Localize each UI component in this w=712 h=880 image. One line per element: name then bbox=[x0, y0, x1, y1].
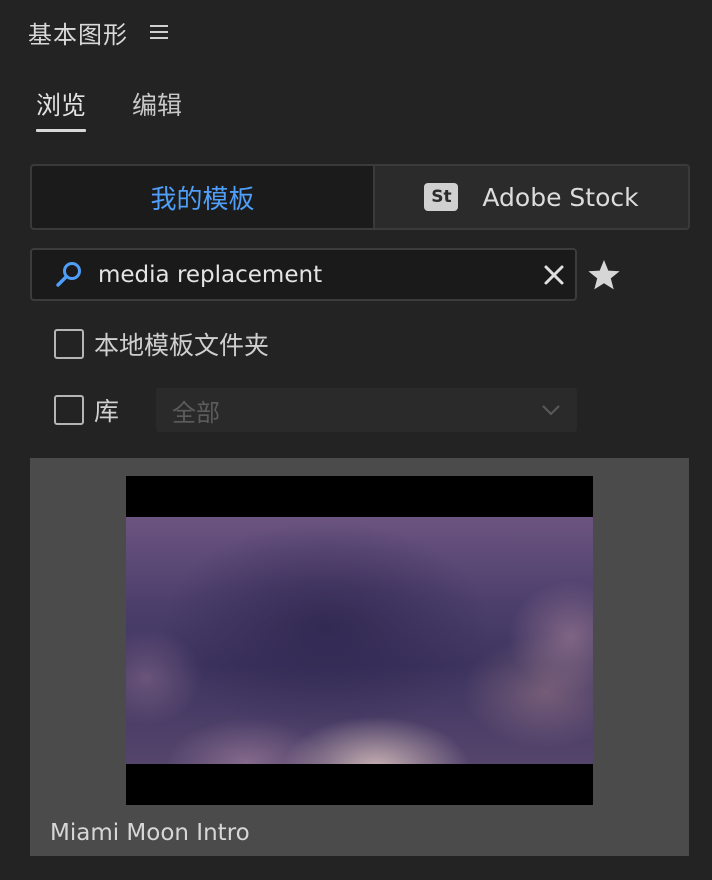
local-folder-label: 本地模板文件夹 bbox=[94, 331, 270, 360]
adobe-stock-button[interactable]: St Adobe Stock bbox=[375, 164, 690, 230]
bokeh-preview-image bbox=[126, 517, 593, 764]
tab-browse[interactable]: 浏览 bbox=[36, 86, 87, 132]
adobe-stock-icon: St bbox=[424, 183, 459, 211]
search-box bbox=[30, 248, 577, 301]
essential-graphics-panel: 基本图形 浏览 编辑 我的模板 St Adobe Stock 本地模板文件夹 bbox=[0, 0, 712, 880]
chevron-down-icon bbox=[542, 405, 560, 416]
my-templates-button[interactable]: 我的模板 bbox=[30, 164, 375, 230]
adobe-stock-label: Adobe Stock bbox=[482, 182, 639, 212]
library-filter: 库 bbox=[54, 392, 119, 428]
star-icon[interactable] bbox=[587, 258, 621, 292]
template-source-switch: 我的模板 St Adobe Stock bbox=[30, 164, 690, 230]
panel-title: 基本图形 bbox=[28, 20, 128, 49]
tab-edit[interactable]: 编辑 bbox=[132, 86, 182, 132]
library-label: 库 bbox=[94, 397, 120, 426]
search-input[interactable] bbox=[98, 261, 541, 288]
panel-tabs: 浏览 编辑 bbox=[36, 86, 182, 132]
library-dropdown-value: 全部 bbox=[172, 398, 220, 427]
search-icon bbox=[56, 261, 81, 287]
panel-header: 基本图形 bbox=[28, 14, 170, 50]
hamburger-menu-icon[interactable] bbox=[150, 24, 170, 40]
template-thumbnail bbox=[126, 476, 593, 805]
library-checkbox[interactable] bbox=[54, 395, 84, 425]
library-dropdown[interactable]: 全部 bbox=[156, 388, 577, 432]
local-folder-filter: 本地模板文件夹 bbox=[54, 326, 269, 362]
template-title: Miami Moon Intro bbox=[50, 820, 250, 846]
clear-icon[interactable] bbox=[541, 262, 567, 288]
local-folder-checkbox[interactable] bbox=[54, 329, 84, 359]
template-card[interactable]: Miami Moon Intro bbox=[30, 458, 689, 856]
